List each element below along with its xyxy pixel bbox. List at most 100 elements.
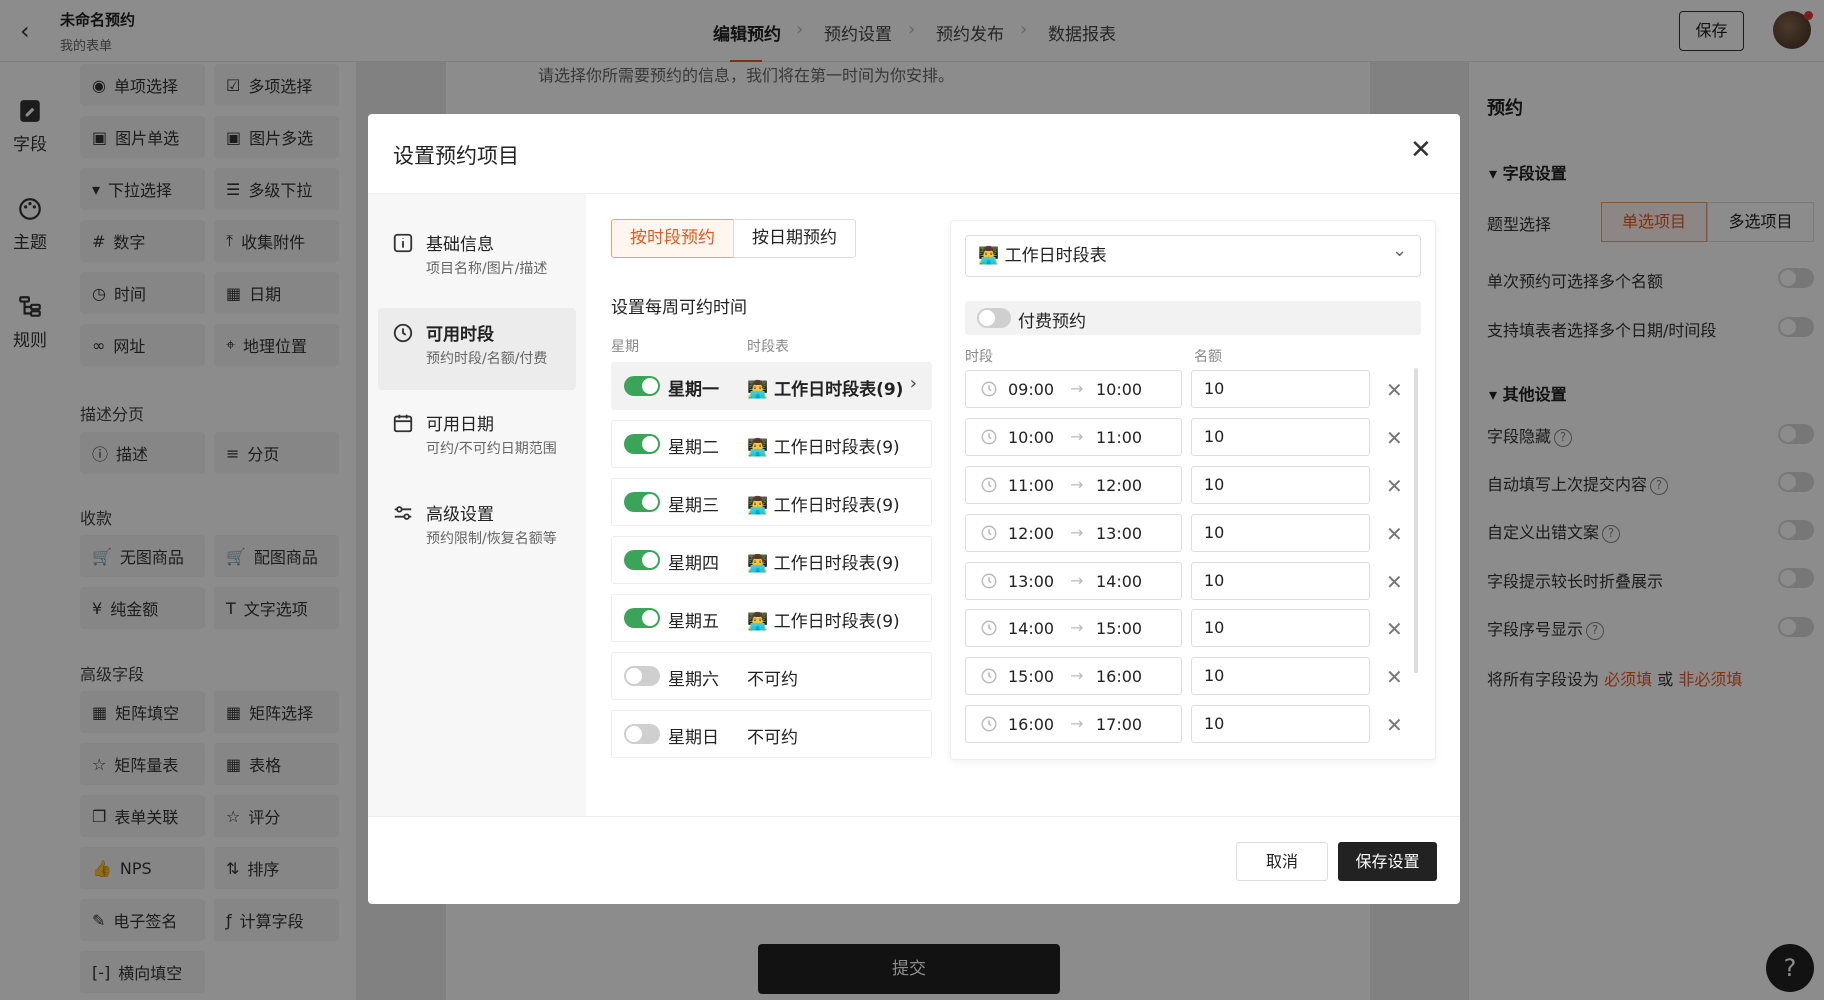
day-schedule: 👨‍💻 工作日时段表(9) [747,496,900,516]
col-week-header: 星期 [611,339,639,355]
day-row-sunday[interactable]: 星期日 不可约 [611,710,932,758]
paid-booking-toggle[interactable] [977,308,1011,328]
slot-end: 13:00 [1096,524,1143,543]
slot-quota-input[interactable]: 10 [1191,562,1370,600]
delete-slot-icon[interactable]: ✕ [1386,474,1403,498]
arrow-right-icon: → [1070,618,1084,637]
day-schedule: 不可约 [747,728,798,748]
day-name: 星期一 [668,380,719,400]
day-name: 星期五 [668,612,719,632]
col-quota-header: 名额 [1194,349,1222,365]
chevron-right-icon: › [909,373,917,394]
slot-end: 11:00 [1096,428,1143,447]
slot-quota-input[interactable]: 10 [1191,705,1370,743]
col-table-header: 时段表 [747,339,789,355]
delete-slot-icon[interactable]: ✕ [1386,617,1403,641]
slot-time-range[interactable]: 15:00 → 16:00 [965,657,1182,695]
day-row-saturday[interactable]: 星期六 不可约 [611,652,932,700]
slot-end: 15:00 [1096,619,1143,638]
slot-quota-input[interactable]: 10 [1191,514,1370,552]
tab-by-date[interactable]: 按日期预约 [733,219,856,258]
col-slot-header: 时段 [965,349,993,365]
save-settings-button[interactable]: 保存设置 [1338,842,1437,881]
day-toggle[interactable] [624,376,660,396]
tab-by-timeslot[interactable]: 按时段预约 [611,219,734,258]
arrow-right-icon: → [1070,475,1084,494]
delete-slot-icon[interactable]: ✕ [1386,665,1403,689]
day-toggle[interactable] [624,608,660,628]
clock-icon [981,716,997,732]
day-row-tuesday[interactable]: 星期二 👨‍💻 工作日时段表(9) [611,420,932,468]
delete-slot-icon[interactable]: ✕ [1386,522,1403,546]
slot-time-range[interactable]: 16:00 → 17:00 [965,705,1182,743]
info-square-icon [393,233,413,253]
delete-slot-icon[interactable]: ✕ [1386,570,1403,594]
day-schedule: 不可约 [747,670,798,690]
clock-icon [981,477,997,493]
day-row-thursday[interactable]: 星期四 👨‍💻 工作日时段表(9) [611,536,932,584]
slot-start: 13:00 [1008,572,1055,591]
close-icon[interactable]: ✕ [1410,137,1434,163]
slot-start: 15:00 [1008,667,1055,686]
day-toggle[interactable] [624,434,660,454]
day-name: 星期二 [668,438,719,458]
modal-title: 设置预约项目 [393,144,519,168]
modal-nav-advanced[interactable]: 高级设置 预约限制/恢复名额等 [378,488,576,570]
day-toggle[interactable] [624,492,660,512]
arrow-right-icon: → [1070,666,1084,685]
slot-time-range[interactable]: 10:00 → 11:00 [965,418,1182,456]
clock-icon [981,668,997,684]
slot-start: 09:00 [1008,380,1055,399]
slot-start: 12:00 [1008,524,1055,543]
delete-slot-icon[interactable]: ✕ [1386,713,1403,737]
slot-time-range[interactable]: 12:00 → 13:00 [965,514,1182,552]
slot-time-range[interactable]: 11:00 → 12:00 [965,466,1182,504]
modal-nav-title: 可用日期 [426,415,494,435]
slot-quota-input[interactable]: 10 [1191,466,1370,504]
cancel-button[interactable]: 取消 [1236,842,1328,881]
slot-time-range[interactable]: 09:00 → 10:00 [965,370,1182,408]
slot-start: 14:00 [1008,619,1055,638]
slot-list-scrollbar[interactable] [1414,368,1418,673]
clock-icon [981,620,997,636]
modal-nav-dates[interactable]: 可用日期 可约/不可约日期范围 [378,398,576,480]
slot-time-range[interactable]: 14:00 → 15:00 [965,609,1182,647]
day-toggle[interactable] [624,666,660,686]
modal-nav-sub: 预约限制/恢复名额等 [426,531,557,547]
day-name: 星期日 [668,728,719,748]
arrow-right-icon: → [1070,523,1084,542]
slot-quota-input[interactable]: 10 [1191,657,1370,695]
modal-nav-title: 基础信息 [426,235,494,255]
slot-quota-input[interactable]: 10 [1191,609,1370,647]
delete-slot-icon[interactable]: ✕ [1386,426,1403,450]
slot-quota-input[interactable]: 10 [1191,370,1370,408]
day-row-monday[interactable]: 星期一 👨‍💻 工作日时段表(9) › [611,362,932,410]
day-schedule: 👨‍💻 工作日时段表(9) [747,380,904,400]
day-row-wednesday[interactable]: 星期三 👨‍💻 工作日时段表(9) [611,478,932,526]
settings-sliders-icon [394,506,412,520]
arrow-right-icon: → [1070,379,1084,398]
clock-icon [393,323,413,343]
clock-icon [981,429,997,445]
modal-nav-sub: 可约/不可约日期范围 [426,441,557,457]
modal-nav-sub: 预约时段/名额/付费 [426,351,548,367]
slot-start: 10:00 [1008,428,1055,447]
modal-nav-timeslots[interactable]: 可用时段 预约时段/名额/付费 [378,308,576,390]
day-toggle[interactable] [624,724,660,744]
day-name: 星期四 [668,554,719,574]
delete-slot-icon[interactable]: ✕ [1386,378,1403,402]
day-toggle[interactable] [624,550,660,570]
slot-time-range[interactable]: 13:00 → 14:00 [965,562,1182,600]
schedule-select[interactable]: 👨‍💻 工作日时段表 [965,235,1421,277]
arrow-right-icon: → [1070,571,1084,590]
day-row-friday[interactable]: 星期五 👨‍💻 工作日时段表(9) [611,594,932,642]
day-schedule: 👨‍💻 工作日时段表(9) [747,612,900,632]
slot-end: 12:00 [1096,476,1143,495]
day-schedule: 👨‍💻 工作日时段表(9) [747,554,900,574]
clock-icon [981,573,997,589]
day-name: 星期六 [668,670,719,690]
modal-nav-basic[interactable]: 基础信息 项目名称/图片/描述 [378,218,576,300]
arrow-right-icon: → [1070,714,1084,733]
slot-quota-input[interactable]: 10 [1191,418,1370,456]
calendar-icon [393,414,413,433]
